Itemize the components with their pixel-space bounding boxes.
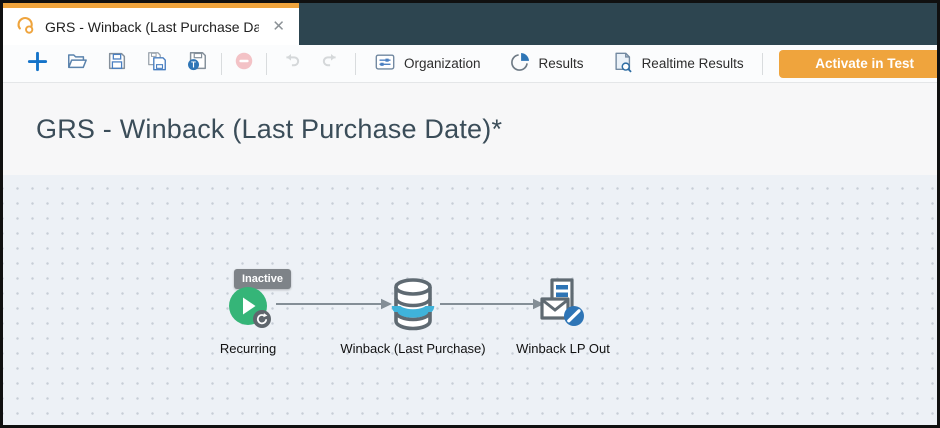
organization-icon — [374, 51, 396, 76]
realtime-results-label: Realtime Results — [642, 56, 744, 71]
connector-arrows — [3, 175, 937, 425]
save-template-icon: T — [186, 50, 208, 77]
node-label: Recurring — [220, 341, 276, 356]
node-email-message[interactable] — [539, 277, 587, 334]
page-title: GRS - Winback (Last Purchase Date)* — [36, 114, 502, 145]
save-as-button[interactable] — [137, 49, 177, 79]
delete-button-disabled — [226, 49, 262, 79]
page-header: GRS - Winback (Last Purchase Date)* — [3, 83, 937, 175]
status-badge: Inactive — [234, 269, 291, 289]
organization-label: Organization — [404, 56, 481, 71]
delete-icon — [233, 50, 255, 77]
close-icon[interactable]: ✕ — [268, 19, 289, 34]
activate-in-test-button[interactable]: Activate in Test — [779, 50, 937, 78]
undo-button-disabled — [271, 49, 311, 79]
node-data-source[interactable] — [389, 276, 437, 338]
redo-icon — [319, 50, 343, 77]
program-icon — [15, 14, 36, 40]
results-pie-icon — [509, 51, 531, 76]
save-icon — [106, 50, 128, 77]
toolbar-separator — [762, 53, 763, 75]
tab-bar: GRS - Winback (Last Purchase Date)* ✕ — [3, 3, 937, 45]
program-editor-window: GRS - Winback (Last Purchase Date)* ✕ — [0, 0, 940, 428]
new-button[interactable] — [17, 49, 57, 79]
results-label: Results — [539, 56, 584, 71]
save-as-template-button[interactable]: T — [177, 49, 217, 79]
svg-text:T: T — [191, 60, 196, 69]
workflow-canvas[interactable]: Inactive Recurring — [3, 175, 937, 425]
toolbar-separator — [221, 53, 222, 75]
organization-button[interactable]: Organization — [360, 49, 495, 79]
database-icon — [389, 276, 437, 333]
node-recurring-schedule[interactable] — [229, 287, 267, 325]
realtime-results-icon — [612, 51, 634, 76]
program-tab[interactable]: GRS - Winback (Last Purchase Date)* ✕ — [3, 3, 299, 45]
realtime-results-button[interactable]: Realtime Results — [598, 49, 758, 79]
email-campaign-icon — [539, 277, 587, 329]
toolbar: T — [3, 45, 937, 83]
tab-title: GRS - Winback (Last Purchase Date)* — [45, 19, 259, 35]
node-label: Winback LP Out — [516, 341, 610, 356]
folder-open-icon — [66, 50, 88, 77]
toolbar-separator — [355, 53, 356, 75]
open-button[interactable] — [57, 49, 97, 79]
results-button[interactable]: Results — [495, 49, 598, 79]
node-label: Winback (Last Purchase) — [340, 341, 485, 356]
recurrence-icon — [253, 310, 271, 328]
toolbar-separator — [266, 53, 267, 75]
save-button[interactable] — [97, 49, 137, 79]
redo-button-disabled — [311, 49, 351, 79]
undo-icon — [279, 50, 303, 77]
save-copy-icon — [146, 50, 168, 77]
plus-icon — [26, 50, 49, 78]
